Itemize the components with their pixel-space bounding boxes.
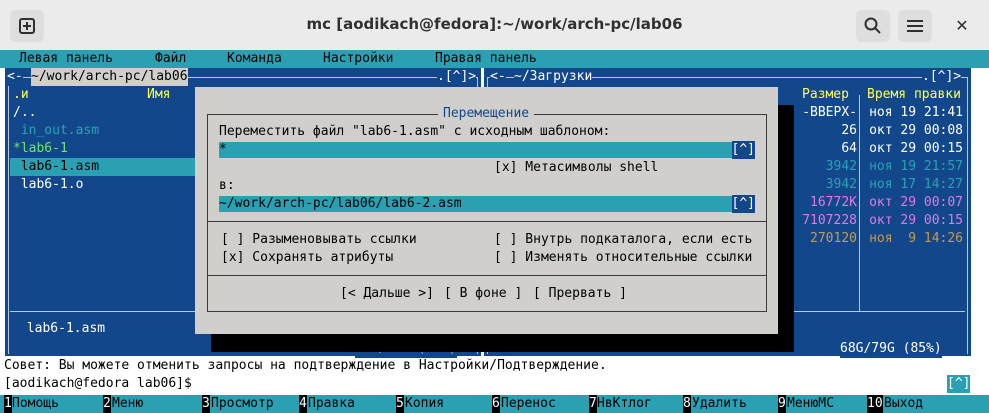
right-time-6: окт 29 00:15 [869, 213, 963, 228]
abort-button[interactable]: [ Прервать ] [533, 285, 627, 303]
right-panel-path[interactable]: ~/Загрузки [514, 68, 593, 86]
left-entry-updir[interactable]: /.. [13, 104, 36, 122]
fkey-1-num: 1 [4, 395, 12, 413]
left-entry-lab6-1-o[interactable]: lab6-1.o [13, 176, 84, 194]
left-col-sort[interactable]: .и [13, 86, 29, 104]
hamburger-icon [907, 20, 923, 32]
right-time-1: окт 29 00:08 [869, 123, 963, 138]
left-entry-in-out[interactable]: in_out.asm [13, 122, 99, 140]
fkey-delete[interactable]: Удалить [692, 395, 747, 413]
fkey-menu[interactable]: Меню [112, 395, 143, 413]
close-icon[interactable]: ✕ [950, 14, 974, 38]
right-time-2: окт 29 00:15 [869, 141, 963, 156]
right-size-4: 3942 [825, 177, 857, 192]
left-panel-path[interactable]: ~/work/arch-pc/lab06 [31, 68, 188, 86]
fkey-move[interactable]: Перенос [501, 395, 556, 413]
pattern-value: * [219, 142, 227, 157]
right-size-1: 26 [841, 123, 857, 138]
left-entry-lab6-1[interactable]: *lab6-1 [13, 140, 68, 158]
fkey-7-num: 7 [589, 395, 597, 413]
dialog-prompt: Переместить файл "lab6-1.asm" с исходным… [219, 124, 611, 139]
right-time-4: ноя 17 14:27 [869, 177, 963, 192]
right-time-3: ноя 19 21:57 [869, 159, 963, 174]
right-size-5: 16772K [810, 195, 857, 210]
fkey-view[interactable]: Просмотр [211, 395, 274, 413]
dest-input[interactable]: ~/work/arch-pc/lab06/lab6-2.asm [^] [219, 195, 755, 213]
continue-button[interactable]: [< Дальше >] [340, 285, 434, 303]
pattern-history-button[interactable]: [^] [731, 141, 755, 159]
right-size-0: -ВВЕРХ- [802, 105, 857, 120]
fkey-menumc[interactable]: МенюМС [787, 395, 834, 413]
right-size-2: 64 [841, 141, 857, 156]
right-time-0: ноя 19 21:41 [869, 105, 963, 120]
dest-value: ~/work/arch-pc/lab06/lab6-2.asm [219, 196, 462, 211]
window-titlebar: mc [aodikach@fedora]:~/work/arch-pc/lab0… [0, 0, 989, 51]
dialog-shadow-bottom [211, 334, 794, 352]
dest-history-button[interactable]: [^] [731, 195, 755, 213]
into-subdir-checkbox[interactable]: [ ] Внутрь подкаталога, если есть [494, 231, 752, 249]
dialog-divider-1 [207, 221, 767, 222]
right-size-7: 270120 [810, 231, 857, 246]
fkey-5-num: 5 [396, 395, 404, 413]
prompt-history-button[interactable]: [^] [947, 375, 971, 393]
left-panel-corner: <- [7, 68, 23, 86]
dialog-shadow-right [778, 105, 794, 334]
right-col-divider [859, 95, 860, 311]
left-entry-lab6-1-asm[interactable]: lab6-1.asm [13, 158, 99, 176]
pattern-input[interactable]: * [^] [219, 141, 755, 159]
right-size-3: 3942 [825, 159, 857, 174]
fkey-exit[interactable]: Выход [884, 395, 923, 413]
right-time-5: окт 29 00:07 [869, 195, 963, 210]
shell-metachar-checkbox[interactable]: [x] Метасимволы shell [494, 159, 658, 177]
menu-left-panel[interactable]: Левая панель [19, 50, 113, 68]
right-panel-corner: <- [490, 68, 506, 86]
menu-file[interactable]: Файл [155, 50, 186, 68]
right-col-time[interactable]: Время правки [867, 86, 961, 104]
fkey-copy[interactable]: Копия [405, 395, 444, 413]
hint-line: Совет: Вы можете отменить запросы на под… [4, 358, 607, 373]
fkey-2-num: 2 [103, 395, 111, 413]
right-panel-ctrl[interactable]: .[^]> [922, 68, 962, 86]
menu-button[interactable] [898, 10, 932, 42]
mc-menubar: Левая панель Файл Команда Настройки Прав… [0, 50, 989, 68]
fkey-edit[interactable]: Правка [308, 395, 355, 413]
fkey-4-num: 4 [299, 395, 307, 413]
left-panel-ctrl[interactable]: .[^]> [437, 68, 477, 86]
right-size-6: 7107228 [802, 213, 857, 228]
fkey-help[interactable]: Помощь [12, 395, 59, 413]
search-button[interactable] [856, 10, 890, 42]
shell-prompt[interactable]: [aodikach@fedora lab06]$ [4, 375, 192, 393]
menu-command[interactable]: Команда [227, 50, 282, 68]
keep-attrs-checkbox[interactable]: [x] Сохранять атрибуты [221, 249, 393, 267]
menu-settings[interactable]: Настройки [323, 50, 393, 68]
menu-right-panel[interactable]: Правая панель [435, 50, 537, 68]
fkey-mkdir[interactable]: НвКтлог [597, 395, 652, 413]
relative-links-checkbox[interactable]: [ ] Изменять относительные ссылки [494, 249, 752, 267]
left-mini-status: lab6-1.asm [19, 321, 106, 336]
search-icon [864, 17, 881, 34]
fkey-6-num: 6 [492, 395, 500, 413]
fkey-3-num: 3 [202, 395, 210, 413]
deref-links-checkbox[interactable]: [ ] Разыменовывать ссылки [221, 231, 417, 249]
fkey-10-num: 10 [867, 395, 883, 413]
right-col-size[interactable]: Размер [802, 86, 849, 104]
dest-label: в: [219, 178, 235, 193]
terminal[interactable]: Левая панель Файл Команда Настройки Прав… [0, 50, 989, 413]
window-title: mc [aodikach@fedora]:~/work/arch-pc/lab0… [306, 15, 683, 33]
right-disk-usage: 68G/79G (85%) [840, 340, 942, 358]
background-button[interactable]: [ В фоне ] [444, 285, 522, 303]
fkey-9-num: 9 [778, 395, 786, 413]
right-time-7: ноя 9 14:26 [869, 231, 963, 246]
dialog-title: Перемещение [438, 105, 535, 123]
left-col-name[interactable]: Имя [147, 86, 170, 104]
function-key-bar: 1 Помощь 2 Меню 3 Просмотр 4 Правка 5 Ко… [0, 395, 989, 413]
fkey-8-num: 8 [683, 395, 691, 413]
dialog-divider-2 [207, 275, 767, 276]
